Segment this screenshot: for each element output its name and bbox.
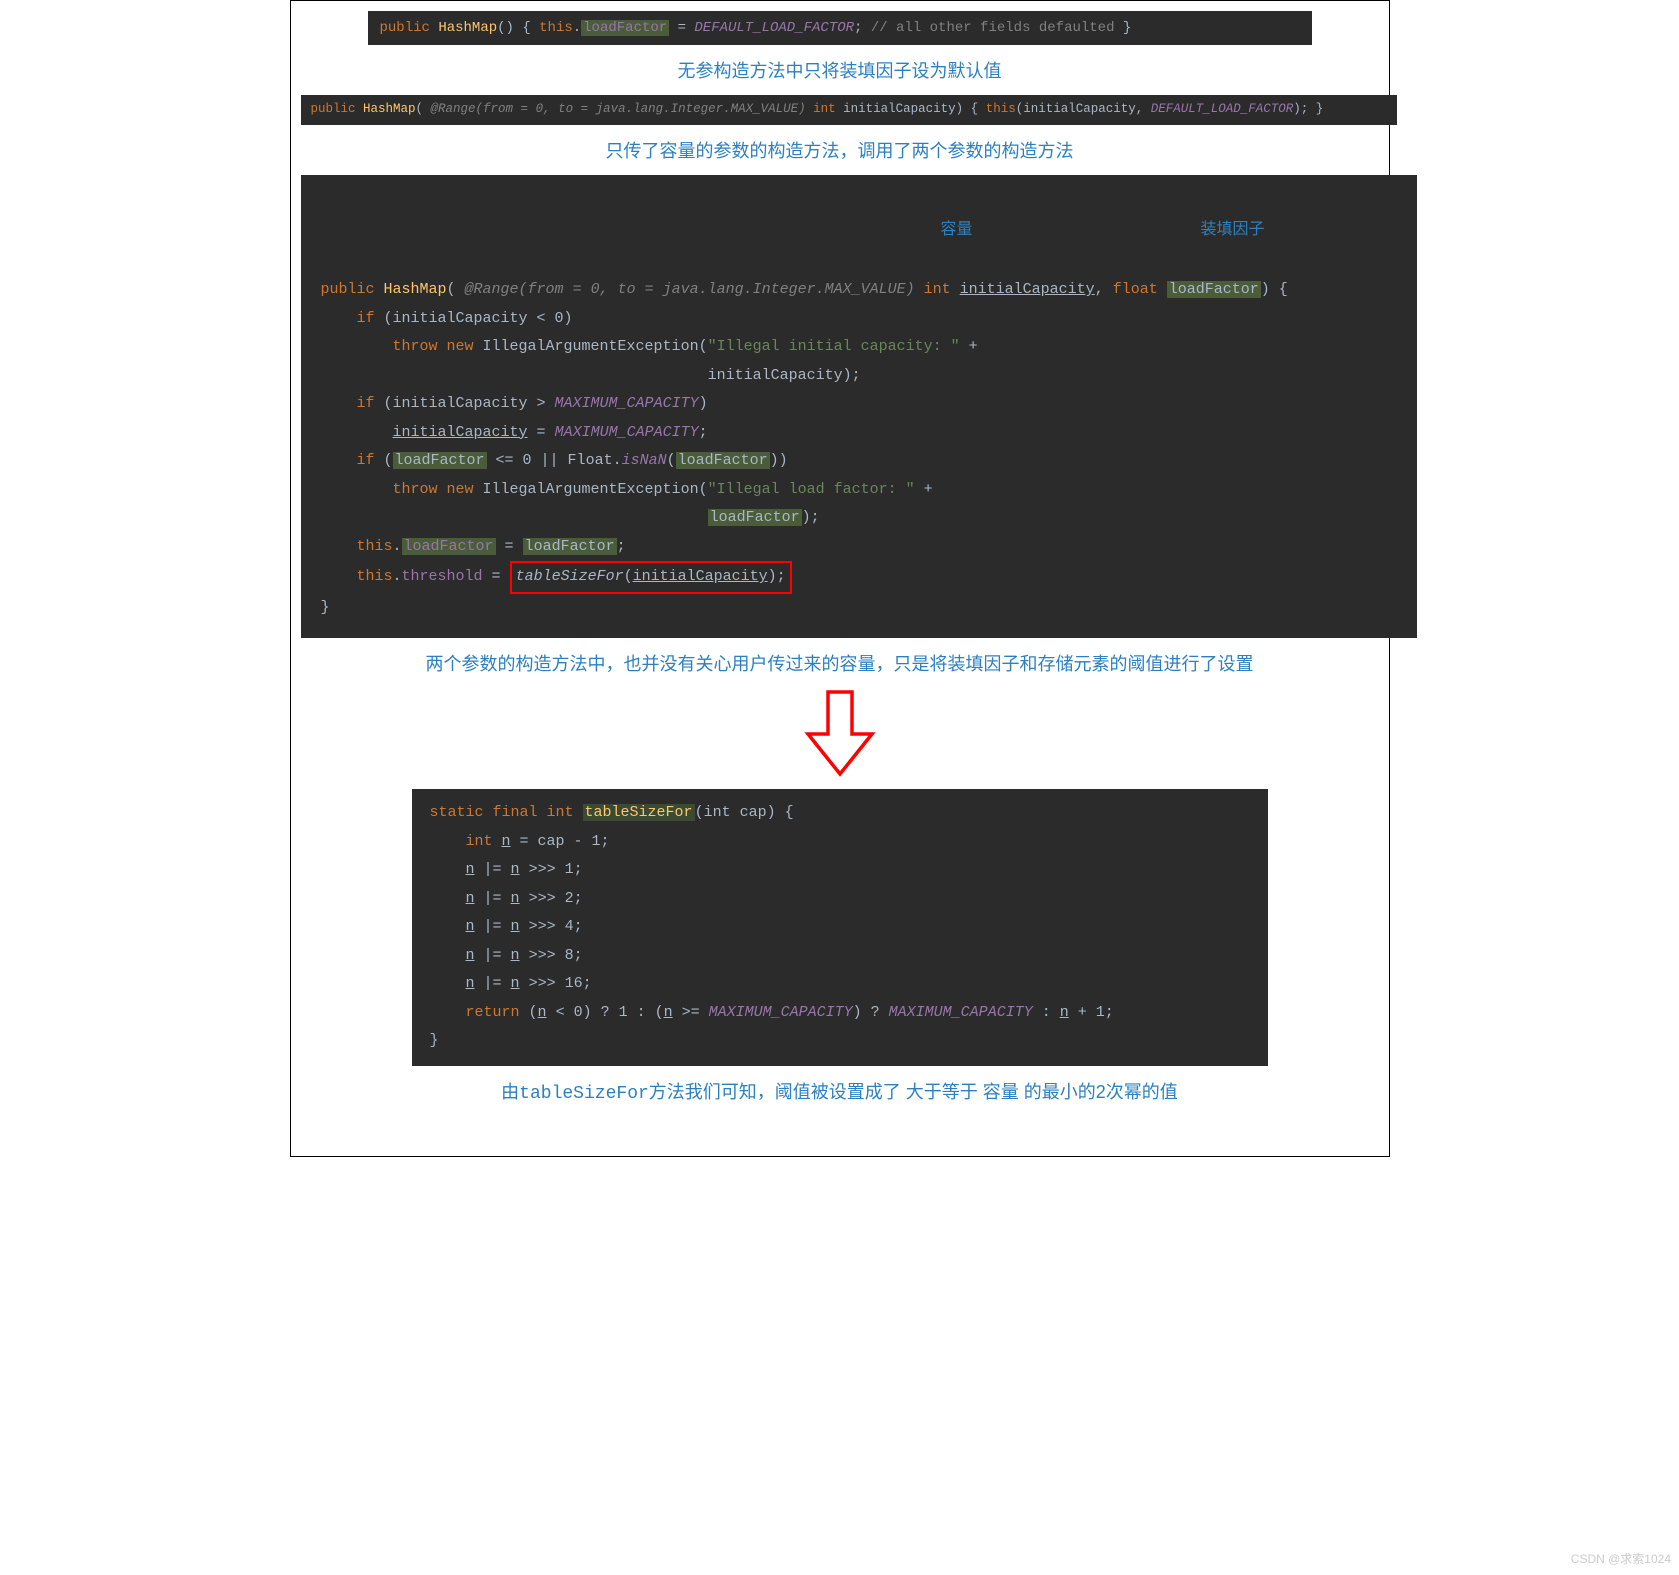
code-block-tablesizefor: static final int tableSizeFor(int cap) {… — [412, 789, 1268, 1066]
code-block-noarg-ctor: public HashMap() { this.loadFactor = DEF… — [368, 11, 1312, 45]
label-capacity: 容量 — [941, 215, 973, 245]
red-arrow-down — [301, 688, 1379, 783]
page-frame: public HashMap() { this.loadFactor = DEF… — [290, 0, 1390, 1157]
label-loadfactor: 装填因子 — [1201, 215, 1265, 245]
annotation-2: 只传了容量的参数的构造方法，调用了两个参数的构造方法 — [301, 137, 1379, 163]
arrow-down-icon — [800, 688, 880, 778]
watermark: CSDN @求索1024 — [1571, 1550, 1671, 1567]
annotation-1: 无参构造方法中只将装填因子设为默认值 — [301, 57, 1379, 83]
red-highlight-tablesizefor: tableSizeFor(initialCapacity); — [510, 561, 792, 594]
code-block-onearg-ctor: public HashMap( @Range(from = 0, to = ja… — [301, 95, 1397, 124]
field-loadfactor: loadFactor — [581, 20, 669, 36]
method-name: HashMap — [438, 20, 497, 36]
kw-public: public — [380, 20, 439, 36]
code-block-twoarg-ctor: 容量 装填因子 public HashMap( @Range(from = 0,… — [301, 175, 1417, 639]
annotation-4: 由tableSizeFor方法我们可知，阈值被设置成了 大于等于 容量 的最小的… — [301, 1078, 1379, 1104]
annotation-3: 两个参数的构造方法中，也并没有关心用户传过来的容量，只是将装填因子和存储元素的阈… — [301, 650, 1379, 676]
